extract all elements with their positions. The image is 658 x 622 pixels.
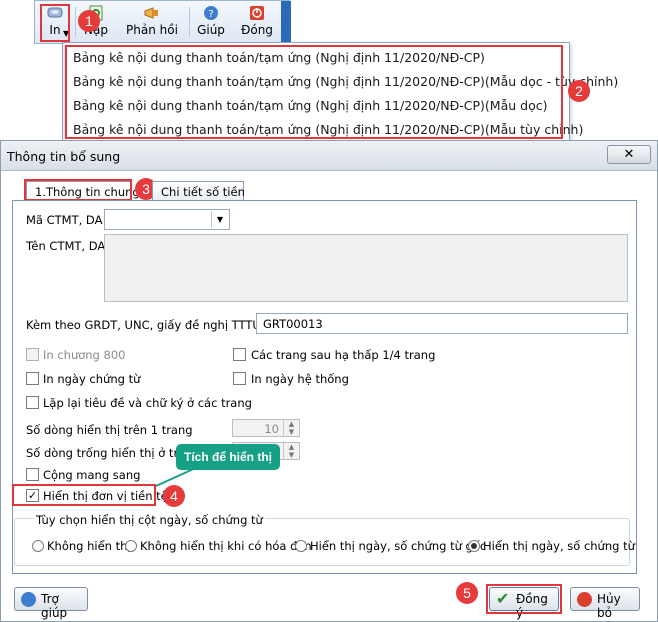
- help-dialog-label: Trợ giúp: [41, 592, 68, 620]
- dialog-title: Thông tin bổ sung: [7, 149, 121, 164]
- radio-hien-thi-goc-label: Hiển thị ngày, số chứng từ gốc: [310, 539, 487, 553]
- highlight-print-button: [40, 4, 70, 42]
- badge-1: 1: [78, 10, 100, 32]
- cac-trang-sau-label: Các trang sau hạ thấp 1/4 trang: [251, 348, 436, 362]
- toolbar: In ▼ Nạp Phản hồi ? Giúp Đóng: [34, 0, 291, 44]
- toolbar-overflow[interactable]: [281, 1, 291, 43]
- badge-4: 4: [163, 485, 185, 507]
- cancel-button[interactable]: Hủy bỏ: [570, 587, 640, 620]
- help-button[interactable]: ? Giúp: [195, 3, 227, 43]
- kem-theo-input[interactable]: GRT00013: [256, 313, 628, 334]
- tab-amount-details[interactable]: Chi tiết số tiền: [152, 181, 245, 201]
- close-toolbar-label: Đóng: [241, 23, 273, 37]
- feedback-button[interactable]: Phản hồi: [119, 3, 185, 43]
- toolbar-separator: [75, 7, 76, 37]
- radio-hien-thi[interactable]: [468, 540, 480, 552]
- stepper-arrows-icon[interactable]: ▲ ▼: [283, 443, 299, 459]
- print-dropdown-menu: Bảng kê nội dung thanh toán/tạm ứng (Ngh…: [62, 42, 618, 142]
- close-icon[interactable]: ✕: [607, 145, 651, 164]
- radio-khong-hien-thi-hoa-don[interactable]: [125, 540, 137, 552]
- in-chuong-800-label: In chương 800: [43, 348, 126, 362]
- megaphone-icon: [144, 7, 158, 19]
- close-toolbar-button[interactable]: Đóng: [239, 3, 275, 43]
- radio-hien-thi-goc[interactable]: [295, 540, 307, 552]
- help-icon: ?: [204, 6, 218, 20]
- highlight-checkbox: [12, 484, 156, 506]
- cong-mang-sang-label: Cộng mang sang: [43, 468, 141, 482]
- ten-ctmt-label: Tên CTMT, DA: [26, 239, 106, 253]
- feedback-label: Phản hồi: [126, 23, 178, 37]
- checkbox-in-ngay-chung-tu[interactable]: [26, 372, 39, 385]
- dialog-titlebar: Thông tin bổ sung ✕: [1, 141, 657, 171]
- highlight-ok-button: [486, 584, 562, 614]
- kem-theo-label: Kèm theo GRDT, UNC, giấy đề nghị TTTU số: [26, 318, 278, 332]
- in-ngay-chung-tu-label: In ngày chứng từ: [43, 372, 141, 386]
- stepper-arrows-icon[interactable]: ▲ ▼: [283, 420, 299, 436]
- checkbox-in-chuong-800[interactable]: [26, 348, 39, 361]
- in-ngay-he-thong-label: In ngày hệ thống: [251, 372, 349, 386]
- so-dong-label: Số dòng hiển thị trên 1 trang: [26, 423, 193, 437]
- power-icon: [250, 6, 264, 20]
- cancel-icon: [577, 592, 592, 607]
- badge-2: 2: [568, 80, 590, 102]
- so-dong-stepper[interactable]: 10 ▲ ▼: [232, 419, 300, 437]
- highlight-tab: [24, 179, 132, 201]
- radio-khong-hien-thi-label: Không hiển thị: [47, 539, 131, 553]
- highlight-menu: [65, 45, 563, 139]
- radio-khong-hien-thi[interactable]: [32, 540, 44, 552]
- ten-ctmt-textarea[interactable]: [104, 234, 628, 302]
- toolbar-separator: [189, 7, 190, 37]
- badge-5: 5: [456, 582, 478, 604]
- group-title: Tùy chọn hiển thị cột ngày, số chứng từ: [34, 513, 265, 527]
- checkbox-cong-mang-sang[interactable]: [26, 468, 39, 481]
- radio-khong-hien-thi-hoa-don-label: Không hiển thị khi có hóa đơn: [140, 539, 312, 553]
- help-dialog-button[interactable]: Trợ giúp: [14, 587, 88, 620]
- help-label: Giúp: [197, 23, 225, 37]
- so-dong-value: 10: [264, 422, 279, 436]
- checkbox-lap-lai-tieu-de[interactable]: [26, 396, 39, 409]
- checkbox-cac-trang-sau[interactable]: [233, 348, 246, 361]
- radio-hien-thi-label: Hiển thị ngày, số chứng từ: [483, 539, 635, 553]
- lap-lai-tieu-de-label: Lặp lại tiêu đề và chữ ký ở các trang: [43, 396, 252, 410]
- help-icon: [21, 592, 36, 607]
- svg-text:?: ?: [208, 9, 213, 20]
- chevron-down-icon[interactable]: ▼: [211, 211, 228, 228]
- ma-ctmt-label: Mã CTMT, DA: [26, 213, 103, 227]
- checkbox-in-ngay-he-thong[interactable]: [233, 372, 246, 385]
- callout-pointer: [155, 466, 201, 487]
